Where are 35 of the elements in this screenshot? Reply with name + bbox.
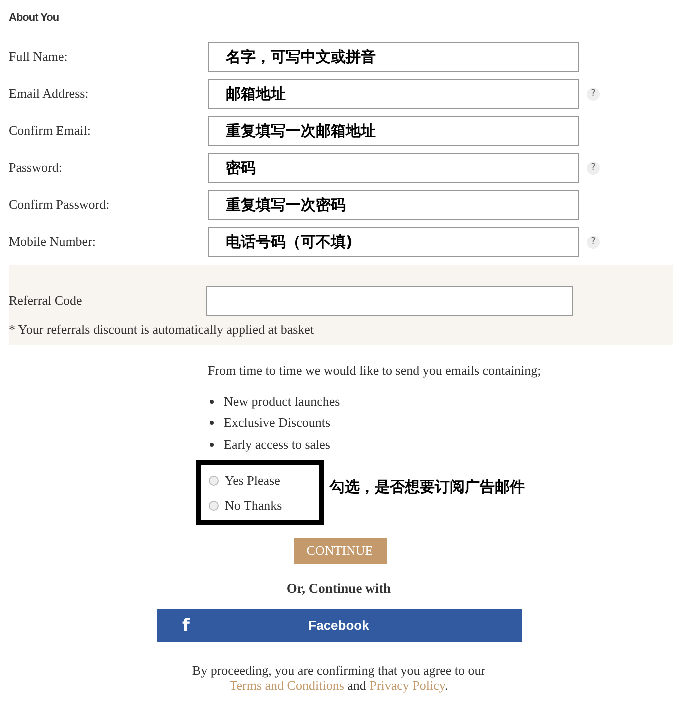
field-label: Referral Code xyxy=(9,293,84,309)
field-label: Password: xyxy=(8,160,64,176)
help-icon[interactable]: ? xyxy=(587,88,600,100)
radio-option[interactable]: No Thanks xyxy=(209,496,319,516)
facebook-button[interactable]: f Facebook xyxy=(156,608,522,642)
bullet-icon xyxy=(210,400,214,404)
input-field[interactable]: 电话号码（可不填) xyxy=(208,227,579,257)
radio-icon[interactable] xyxy=(209,500,219,510)
field-label: Confirm Password: xyxy=(8,197,111,213)
field-label: Full Name: xyxy=(8,49,69,65)
bullet-icon xyxy=(210,421,214,426)
input-field[interactable]: 名字，可写中文或拼音 xyxy=(208,42,579,72)
list-item: Early access to sales xyxy=(224,436,330,453)
list-item: New product launches xyxy=(224,394,340,410)
field-label: Confirm Email: xyxy=(8,123,92,139)
input-field[interactable]: 重复填写一次邮箱地址 xyxy=(208,116,579,146)
intro-text: From time to time we would like to send you emails containing; xyxy=(208,363,542,380)
field-label: Email Address: xyxy=(8,86,90,102)
input-field[interactable]: 密码 xyxy=(208,153,579,183)
input-field[interactable]: 重复填写一次密码 xyxy=(208,190,579,220)
referral-note: * Your referrals discount is automatically applied at basket xyxy=(9,322,316,338)
referral-input-field[interactable] xyxy=(206,286,573,316)
list-item: Exclusive Discounts xyxy=(224,415,331,432)
annotation-text: 勾选，是否想要订阅广告邮件 xyxy=(330,478,525,496)
help-icon[interactable]: ? xyxy=(587,162,600,174)
terms-text: By proceeding, you are confirming that you agree to our Terms and Conditions and Privacy Policy. xyxy=(191,662,487,692)
bullet-icon xyxy=(210,442,214,447)
field-label: Mobile Number: xyxy=(8,234,98,250)
radio-icon[interactable] xyxy=(209,476,219,486)
input-field[interactable]: 邮箱地址 xyxy=(208,79,579,109)
or-text: Or, Continue with xyxy=(286,580,392,596)
section-heading: About You xyxy=(8,11,60,26)
facebook-icon: f xyxy=(182,616,190,636)
radio-option[interactable]: Yes Please xyxy=(209,470,319,490)
help-icon[interactable]: ? xyxy=(587,236,600,248)
